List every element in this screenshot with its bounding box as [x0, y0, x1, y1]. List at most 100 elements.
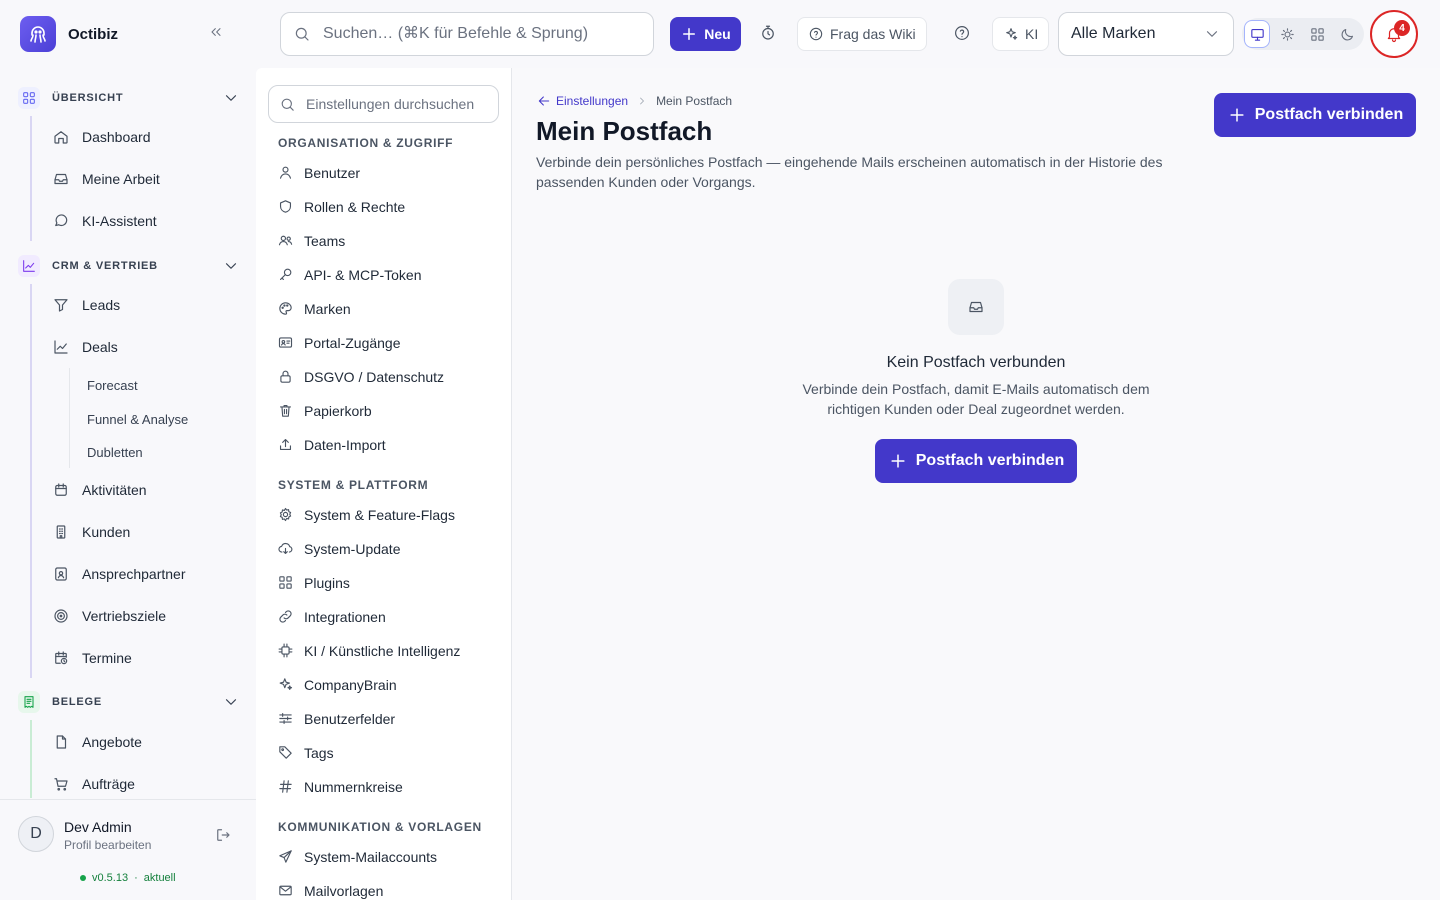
section-belege[interactable]: BELEGE	[18, 691, 240, 713]
sidebar-item-vertriebsziele[interactable]: Vertriebsziele	[52, 607, 166, 625]
empty-state-connect-button[interactable]: Postfach verbinden	[875, 439, 1077, 483]
section-crm-vertrieb[interactable]: CRM & VERTRIEB	[18, 255, 240, 277]
settings-item-rollen[interactable]: Rollen & Rechte	[277, 198, 405, 215]
settings-search[interactable]	[268, 85, 499, 123]
home-icon	[52, 128, 70, 146]
settings-item-nummernkreise[interactable]: Nummernkreise	[277, 778, 403, 795]
funnel-icon	[52, 296, 70, 314]
octopus-logo-icon	[20, 16, 56, 52]
status-dot-icon	[80, 875, 86, 881]
sidebar-item-deals[interactable]: Deals	[52, 338, 118, 356]
monitor-icon[interactable]	[1244, 20, 1270, 48]
brand-select[interactable]: Alle Marken	[1058, 12, 1234, 56]
settings-item-system-update[interactable]: System-Update	[277, 540, 400, 557]
sidebar-item-angebote[interactable]: Angebote	[52, 733, 142, 751]
avatar[interactable]: D	[18, 816, 54, 852]
settings-item-tags[interactable]: Tags	[277, 744, 334, 761]
subnav-funnel-analyse[interactable]: Funnel & Analyse	[87, 412, 188, 427]
collapse-sidebar-icon[interactable]	[208, 24, 224, 40]
send-icon	[277, 848, 294, 865]
chip-icon	[277, 642, 294, 659]
sidebar-item-termine[interactable]: Termine	[52, 649, 132, 667]
settings-item-feature-flags[interactable]: System & Feature-Flags	[277, 506, 455, 523]
mail-icon	[277, 882, 294, 899]
subnav-forecast[interactable]: Forecast	[87, 378, 138, 393]
sidebar-item-label: Leads	[82, 297, 121, 313]
section-uebersicht[interactable]: ÜBERSICHT	[18, 87, 240, 109]
settings-item-label: Benutzer	[304, 164, 361, 181]
topbar: Neu Frag das Wiki KI Alle Marken 4	[256, 0, 1440, 68]
sidebar-item-auftraege[interactable]: Aufträge	[52, 775, 135, 793]
sidebar-nav[interactable]: ÜBERSICHT Dashboard Meine Arbeit KI-Assi…	[0, 78, 256, 798]
settings-search-input[interactable]	[306, 96, 496, 112]
sidebar-item-label: Termine	[82, 650, 132, 666]
edit-profile-link[interactable]: Profil bearbeiten	[64, 838, 151, 852]
ask-wiki-label: Frag das Wiki	[830, 26, 916, 42]
subnav-line	[69, 368, 70, 468]
sidebar-item-ki-assistent[interactable]: KI-Assistent	[52, 212, 157, 230]
sparkle-icon	[277, 676, 294, 693]
settings-item-label: System-Mailaccounts	[304, 848, 438, 865]
settings-item-marken[interactable]: Marken	[277, 300, 351, 317]
settings-item-daten-import[interactable]: Daten-Import	[277, 436, 386, 453]
timer-icon[interactable]	[759, 24, 777, 42]
brand[interactable]: Octibiz	[20, 16, 118, 52]
help-icon[interactable]	[953, 24, 971, 42]
settings-item-mailvorlagen[interactable]: Mailvorlagen	[277, 882, 383, 899]
connect-mailbox-label: Postfach verbinden	[1254, 106, 1404, 123]
settings-item-portal-zugaenge[interactable]: Portal-Zugänge	[277, 334, 401, 351]
sidebar-item-kunden[interactable]: Kunden	[52, 523, 130, 541]
chevron-right-icon	[636, 95, 648, 107]
receipt-icon	[18, 691, 40, 713]
settings-item-ki[interactable]: KI / Künstliche Intelligenz	[277, 642, 460, 659]
settings-group-label: ORGANISATION & ZUGRIFF	[278, 136, 454, 150]
sidebar-item-leads[interactable]: Leads	[52, 296, 120, 314]
section-line	[30, 720, 32, 798]
settings-item-teams[interactable]: Teams	[277, 232, 345, 249]
users-icon	[277, 232, 294, 249]
ask-wiki-button[interactable]: Frag das Wiki	[797, 17, 927, 51]
grid-icon	[18, 87, 40, 109]
settings-item-label: Mailvorlagen	[304, 882, 384, 899]
sidebar-item-aktivitaeten[interactable]: Aktivitäten	[52, 481, 147, 499]
lock-icon	[277, 368, 294, 385]
inbox-icon	[948, 279, 1004, 335]
new-button[interactable]: Neu	[670, 17, 741, 51]
settings-item-api-token[interactable]: API- & MCP-Token	[277, 266, 421, 283]
settings-item-system-mailaccounts[interactable]: System-Mailaccounts	[277, 848, 437, 865]
version-separator: ·	[134, 872, 138, 884]
version-status: v0.5.13 · aktuell	[80, 872, 176, 884]
version-status-label: aktuell	[143, 872, 176, 884]
breadcrumb-current: Mein Postfach	[656, 94, 733, 108]
settings-item-plugins[interactable]: Plugins	[277, 574, 350, 591]
sidebar-item-meine-arbeit[interactable]: Meine Arbeit	[52, 170, 160, 188]
settings-item-integrationen[interactable]: Integrationen	[277, 608, 386, 625]
global-search[interactable]	[280, 12, 654, 56]
empty-state-title: Kein Postfach verbunden	[886, 354, 1066, 371]
settings-item-benutzer[interactable]: Benutzer	[277, 164, 360, 181]
moon-icon[interactable]	[1334, 20, 1360, 48]
sun-icon[interactable]	[1274, 20, 1300, 48]
grid-icon[interactable]	[1304, 20, 1330, 48]
sidebar-item-ansprechpartner[interactable]: Ansprechpartner	[52, 565, 186, 583]
arrow-left-icon	[536, 93, 552, 109]
breadcrumb-back-link[interactable]: Einstellungen	[536, 93, 628, 109]
sidebar-item-dashboard[interactable]: Dashboard	[52, 128, 151, 146]
settings-item-companybrain[interactable]: CompanyBrain	[277, 676, 397, 693]
settings-item-dsgvo[interactable]: DSGVO / Datenschutz	[277, 368, 444, 385]
key-icon	[277, 266, 294, 283]
subnav-dubletten[interactable]: Dubletten	[87, 445, 143, 460]
tag-icon	[277, 744, 294, 761]
settings-item-benutzerfelder[interactable]: Benutzerfelder	[277, 710, 395, 727]
logout-icon[interactable]	[214, 826, 232, 844]
ai-button[interactable]: KI	[992, 17, 1050, 51]
new-button-label: Neu	[704, 26, 731, 42]
section-label: ÜBERSICHT	[52, 92, 124, 104]
search-input[interactable]	[323, 25, 623, 43]
connect-mailbox-button[interactable]: Postfach verbinden	[1214, 93, 1416, 137]
settings-nav: ORGANISATION & ZUGRIFF Benutzer Rollen &…	[256, 68, 512, 900]
settings-item-label: Teams	[304, 232, 346, 249]
grid-icon	[277, 574, 294, 591]
settings-item-papierkorb[interactable]: Papierkorb	[277, 402, 372, 419]
notifications-button[interactable]: 4	[1370, 10, 1418, 58]
